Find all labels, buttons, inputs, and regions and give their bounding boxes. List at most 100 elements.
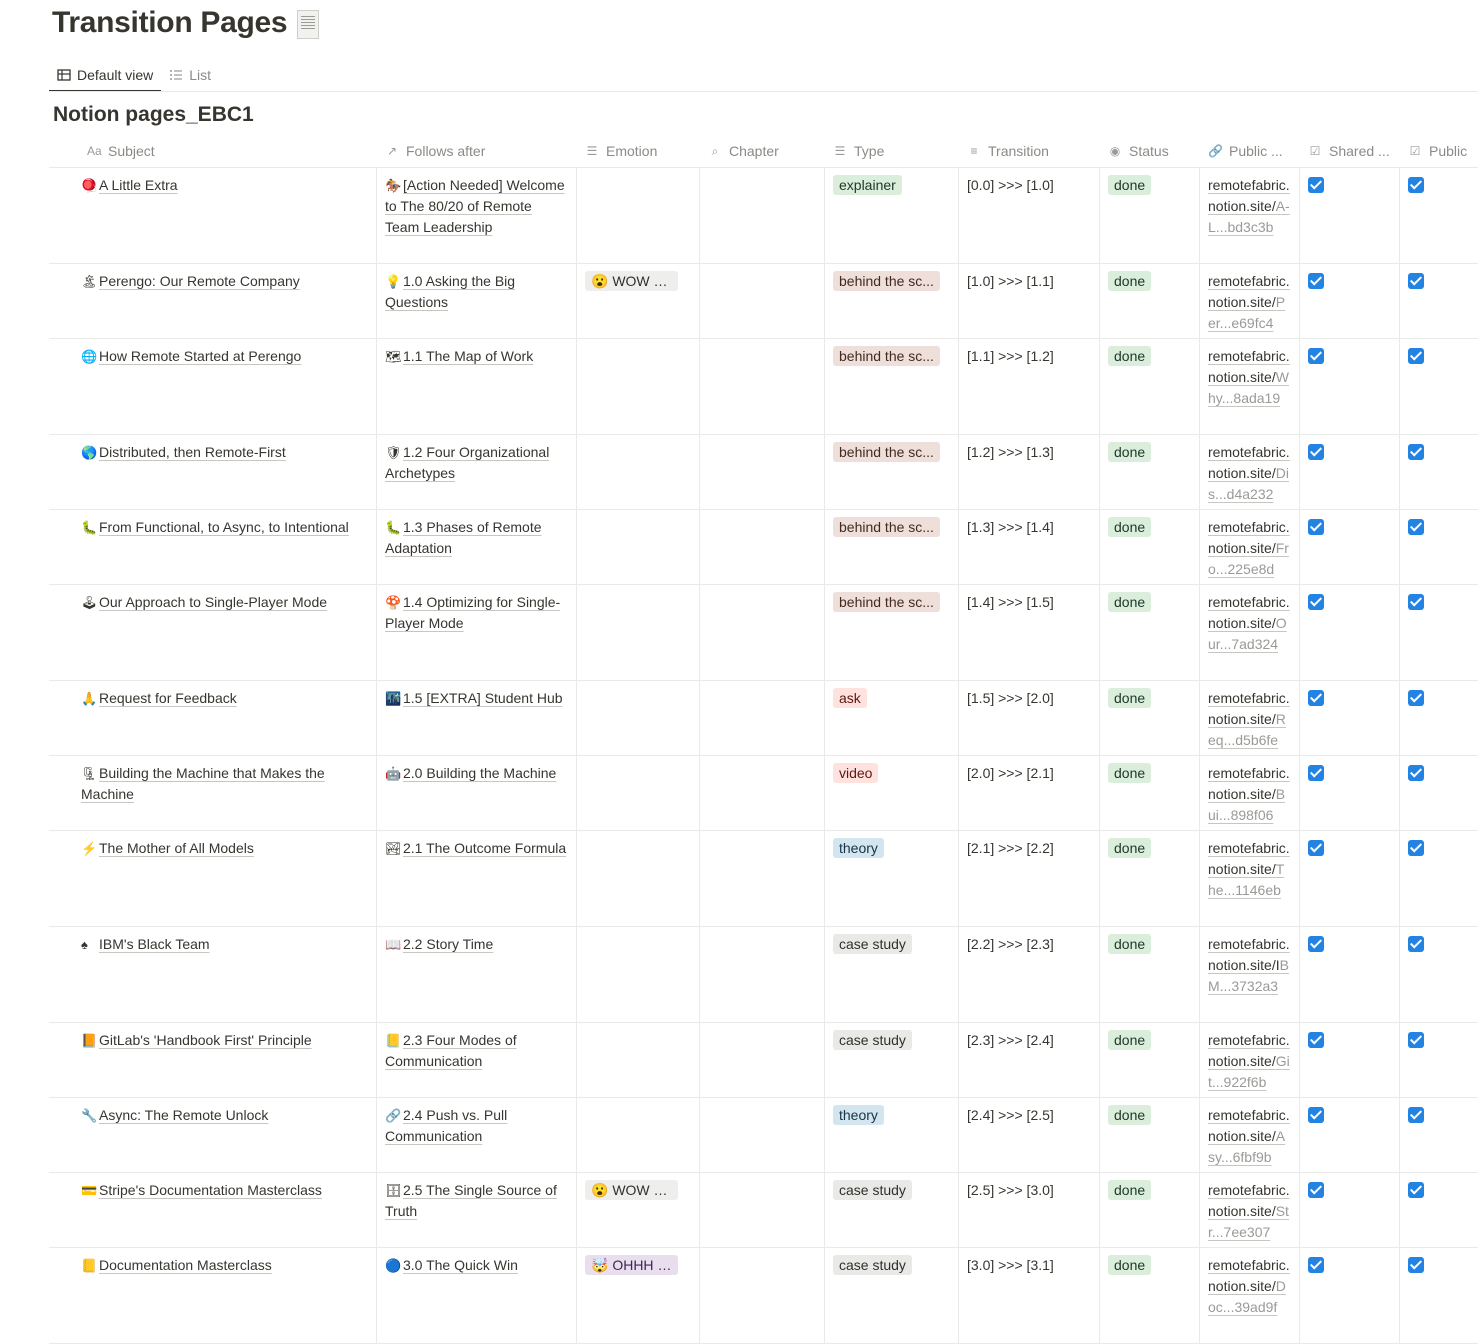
shared-checkbox[interactable] [1308,444,1324,460]
public-checkbox[interactable] [1408,936,1424,952]
status-cell[interactable]: done [1100,168,1200,263]
transition-cell[interactable]: [1.3] >>> [1.4] [959,510,1100,584]
column-header-shared[interactable]: ☑ Shared ... [1300,134,1400,167]
subject-cell[interactable]: 📒 Documentation Masterclass [49,1248,377,1343]
status-cell[interactable]: done [1100,510,1200,584]
subject-title[interactable]: The Mother of All Models [99,840,254,856]
status-cell[interactable]: done [1100,1098,1200,1172]
shared-checkbox[interactable] [1308,348,1324,364]
type-cell[interactable]: behind the sc... [825,585,959,680]
transition-cell[interactable]: [1.5] >>> [2.0] [959,681,1100,755]
status-cell[interactable]: done [1100,1173,1200,1247]
public-url-cell[interactable]: remotefabric.notion.site/Req...d5b6fe [1200,681,1300,755]
public-url-cell[interactable]: remotefabric.notion.site/Per...e69fc4 [1200,264,1300,338]
column-header-emotion[interactable]: ☰ Emotion [577,134,700,167]
public-checkbox[interactable] [1408,348,1424,364]
public-url-cell[interactable]: remotefabric.notion.site/Asy...6fbf9b [1200,1098,1300,1172]
subject-cell[interactable]: 🌐 How Remote Started at Perengo [49,339,377,434]
status-cell[interactable]: done [1100,927,1200,1022]
follows-after-cell[interactable]: 🗺1.1 The Map of Work [377,339,577,434]
relation-link[interactable]: 3.0 The Quick Win [403,1257,518,1273]
follows-after-cell[interactable]: 🔗 2.4 Push vs. Pull Communication [377,1098,577,1172]
follows-after-cell[interactable]: 🐛 1.3 Phases of Remote Adaptation [377,510,577,584]
emotion-cell[interactable] [577,1098,700,1172]
public-url-cell[interactable]: remotefabric.notion.site/Dis...d4a232 [1200,435,1300,509]
chapter-cell[interactable] [700,1098,825,1172]
table-row[interactable]: 📒 Documentation Masterclass 🔵 3.0 The Quick… [49,1248,1478,1344]
chapter-cell[interactable] [700,927,825,1022]
emotion-cell[interactable] [577,510,700,584]
public-checkbox[interactable] [1408,1257,1424,1273]
chapter-cell[interactable] [700,1173,825,1247]
status-cell[interactable]: done [1100,831,1200,926]
chapter-cell[interactable] [700,1248,825,1343]
public-checkbox[interactable] [1408,444,1424,460]
transition-cell[interactable]: [3.0] >>> [3.1] [959,1248,1100,1343]
column-header-subject[interactable]: Aa Subject [49,134,377,167]
subject-title[interactable]: A Little Extra [99,177,178,193]
public-checkbox[interactable] [1408,1182,1424,1198]
subject-title[interactable]: GitLab's 'Handbook First' Principle [99,1032,312,1048]
subject-cell[interactable]: 🙏 Request for Feedback [49,681,377,755]
status-cell[interactable]: done [1100,1023,1200,1097]
type-cell[interactable]: behind the sc... [825,435,959,509]
subject-title[interactable]: Documentation Masterclass [99,1257,272,1273]
public-url-cell[interactable]: remotefabric.notion.site/Bui...898f06 [1200,756,1300,830]
column-header-type[interactable]: ☰ Type [825,134,959,167]
relation-link[interactable]: 2.0 Building the Machine [403,765,556,781]
type-cell[interactable]: ask [825,681,959,755]
chapter-cell[interactable] [700,756,825,830]
shared-checkbox[interactable] [1308,690,1324,706]
chapter-cell[interactable] [700,681,825,755]
subject-title[interactable]: IBM's Black Team [99,936,210,952]
table-row[interactable]: 🌎 Distributed, then Remote-First 🛡1.2 Four… [49,435,1478,510]
emotion-cell[interactable]: 😮 WOW - t... [577,264,700,338]
public-checkbox[interactable] [1408,765,1424,781]
transition-cell[interactable]: [2.3] >>> [2.4] [959,1023,1100,1097]
relation-link[interactable]: 1.1 The Map of Work [403,348,533,364]
subject-cell[interactable]: 🏝Perengo: Our Remote Company [49,264,377,338]
chapter-cell[interactable] [700,510,825,584]
type-cell[interactable]: behind the sc... [825,339,959,434]
type-cell[interactable]: theory [825,831,959,926]
public-checkbox[interactable] [1408,594,1424,610]
url-domain[interactable]: remotefabric.notion.site/I [1208,936,1290,973]
table-row[interactable]: 🏝Perengo: Our Remote Company 💡 1.0 Asking … [49,264,1478,339]
emotion-cell[interactable] [577,756,700,830]
subject-cell[interactable]: 🗜Building the Machine that Makes the Mac… [49,756,377,830]
emotion-cell[interactable] [577,1023,700,1097]
subject-title[interactable]: Async: The Remote Unlock [99,1107,268,1123]
relation-link[interactable]: 1.5 [EXTRA] Student Hub [403,690,563,706]
subject-cell[interactable]: 🕹Our Approach to Single-Player Mode [49,585,377,680]
table-row[interactable]: ⚡ The Mother of All Models 🏞2.1 The Outcom… [49,831,1478,927]
subject-cell[interactable]: 🪀 A Little Extra [49,168,377,263]
table-row[interactable]: 🔧 Async: The Remote Unlock 🔗 2.4 Push vs. P… [49,1098,1478,1173]
status-cell[interactable]: done [1100,264,1200,338]
type-cell[interactable]: case study [825,1173,959,1247]
subject-title[interactable]: How Remote Started at Perengo [99,348,301,364]
chapter-cell[interactable] [700,168,825,263]
relation-link[interactable]: [Action Needed] Welcome to The 80/20 of … [385,177,565,235]
follows-after-cell[interactable]: 📒 2.3 Four Modes of Communication [377,1023,577,1097]
shared-checkbox[interactable] [1308,273,1324,289]
follows-after-cell[interactable]: 🏞2.1 The Outcome Formula [377,831,577,926]
shared-checkbox[interactable] [1308,1182,1324,1198]
status-cell[interactable]: done [1100,339,1200,434]
emotion-cell[interactable] [577,339,700,434]
relation-link[interactable]: 2.2 Story Time [403,936,493,952]
subject-title[interactable]: Building the Machine that Makes the Mach… [81,765,325,802]
follows-after-cell[interactable]: 🗄2.5 The Single Source of Truth [377,1173,577,1247]
relation-link[interactable]: 2.5 The Single Source of Truth [385,1182,557,1219]
subject-title[interactable]: Distributed, then Remote-First [99,444,286,460]
public-checkbox[interactable] [1408,1032,1424,1048]
public-url-cell[interactable]: remotefabric.notion.site/Why...8ada19 [1200,339,1300,434]
type-cell[interactable]: case study [825,927,959,1022]
public-url-cell[interactable]: remotefabric.notion.site/Str...7ee307 [1200,1173,1300,1247]
public-checkbox[interactable] [1408,690,1424,706]
status-cell[interactable]: done [1100,1248,1200,1343]
shared-checkbox[interactable] [1308,519,1324,535]
chapter-cell[interactable] [700,264,825,338]
transition-cell[interactable]: [2.4] >>> [2.5] [959,1098,1100,1172]
shared-checkbox[interactable] [1308,177,1324,193]
status-cell[interactable]: done [1100,435,1200,509]
